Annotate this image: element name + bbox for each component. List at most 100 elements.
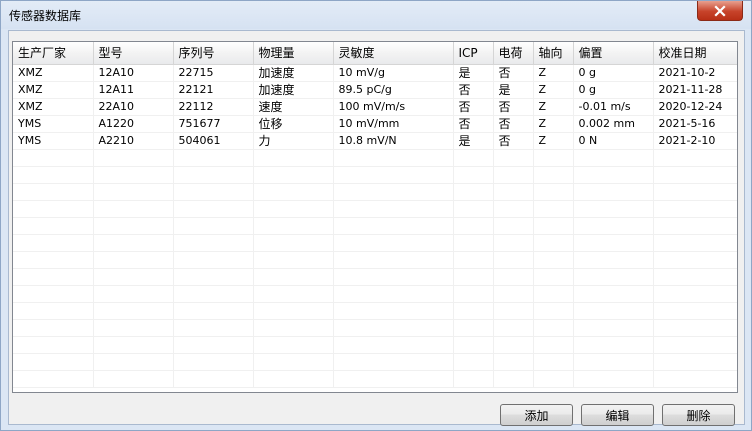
table-cell: 0 g (573, 64, 654, 82)
table-cell (453, 319, 494, 337)
table-cell (173, 166, 254, 184)
empty-table-row[interactable] (13, 285, 737, 303)
table-cell (173, 251, 254, 269)
table-cell: 加速度 (253, 81, 334, 99)
table-cell (493, 183, 534, 201)
table-cell (253, 234, 334, 252)
table-cell (253, 200, 334, 218)
sensor-table: 生产厂家 型号 序列号 物理量 灵敏度 ICP 电荷 轴向 偏置 校准日期 XM… (13, 42, 737, 388)
table-cell (493, 234, 534, 252)
table-cell (93, 336, 174, 354)
table-cell (453, 234, 494, 252)
empty-table-row[interactable] (13, 353, 737, 371)
table-cell (173, 200, 254, 218)
table-cell (533, 268, 574, 286)
table-cell: A2210 (93, 132, 174, 150)
table-row[interactable]: YMS A1220 751677 位移 10 mV/mm 否否 Z 0.002 mm 2021-… (13, 115, 737, 133)
table-cell (453, 285, 494, 303)
table-cell (13, 217, 94, 235)
sensor-table-container[interactable]: 生产厂家 型号 序列号 物理量 灵敏度 ICP 电荷 轴向 偏置 校准日期 XM… (12, 41, 738, 393)
table-cell: 504061 (173, 132, 254, 150)
table-cell (573, 200, 654, 218)
empty-table-row[interactable] (13, 319, 737, 337)
table-row[interactable]: YMS A2210 504061 力 10.8 mV/N 是否 Z 0 N 2021-2-10 (13, 132, 737, 150)
empty-table-row[interactable] (13, 370, 737, 388)
table-cell (653, 319, 737, 337)
table-cell (253, 336, 334, 354)
empty-table-row[interactable] (13, 302, 737, 320)
table-cell (573, 251, 654, 269)
table-cell (453, 336, 494, 354)
table-cell (493, 353, 534, 371)
table-cell (173, 285, 254, 303)
column-header-bias[interactable]: 偏置 (573, 42, 654, 65)
column-header-icp[interactable]: ICP (453, 42, 494, 65)
table-cell (13, 302, 94, 320)
table-cell: Z (533, 64, 574, 82)
table-cell (13, 268, 94, 286)
table-cell (573, 353, 654, 371)
table-cell (653, 336, 737, 354)
table-cell (173, 302, 254, 320)
table-cell: 10 mV/g (333, 64, 454, 82)
table-cell (93, 217, 174, 235)
table-row[interactable]: XMZ 12A10 22715 加速度 10 mV/g 是否 Z 0 g 2021-10-2 (13, 64, 737, 82)
table-cell (253, 149, 334, 167)
table-cell: 22112 (173, 98, 254, 116)
table-cell (653, 183, 737, 201)
empty-table-row[interactable] (13, 200, 737, 218)
table-cell: 否 (493, 132, 534, 150)
column-header-calibration-date[interactable]: 校准日期 (653, 42, 737, 65)
empty-table-row[interactable] (13, 268, 737, 286)
column-header-model[interactable]: 型号 (93, 42, 174, 65)
table-cell: 0 g (573, 81, 654, 99)
table-cell (653, 251, 737, 269)
table-cell: 是 (453, 132, 494, 150)
table-cell (653, 353, 737, 371)
table-cell (333, 200, 454, 218)
table-cell: 0 N (573, 132, 654, 150)
table-cell (253, 217, 334, 235)
table-cell (653, 285, 737, 303)
empty-table-row[interactable] (13, 217, 737, 235)
column-header-sensitivity[interactable]: 灵敏度 (333, 42, 454, 65)
table-cell (333, 285, 454, 303)
empty-table-row[interactable] (13, 183, 737, 201)
delete-button[interactable]: 删除 (662, 404, 735, 426)
edit-button[interactable]: 编辑 (581, 404, 654, 426)
column-header-axis[interactable]: 轴向 (533, 42, 574, 65)
title-bar[interactable]: 传感器数据库 (1, 1, 751, 29)
table-cell (653, 200, 737, 218)
empty-table-row[interactable] (13, 166, 737, 184)
empty-table-row[interactable] (13, 336, 737, 354)
table-cell (533, 149, 574, 167)
table-row[interactable]: XMZ 22A10 22112 速度 100 mV/m/s 否否 Z -0.01 m/s 202… (13, 98, 737, 116)
table-cell: A1220 (93, 115, 174, 133)
table-cell (453, 200, 494, 218)
close-button[interactable] (697, 1, 743, 21)
column-header-charge[interactable]: 电荷 (493, 42, 534, 65)
table-row[interactable]: XMZ 12A11 22121 加速度 89.5 pC/g 否是 Z 0 g 2021-11-2… (13, 81, 737, 99)
add-button[interactable]: 添加 (500, 404, 573, 426)
table-cell (573, 319, 654, 337)
empty-table-row[interactable] (13, 149, 737, 167)
table-cell (13, 234, 94, 252)
table-cell: 12A11 (93, 81, 174, 99)
table-cell: 10.8 mV/N (333, 132, 454, 150)
table-header-row: 生产厂家 型号 序列号 物理量 灵敏度 ICP 电荷 轴向 偏置 校准日期 (13, 42, 737, 65)
table-cell (533, 370, 574, 388)
empty-table-row[interactable] (13, 251, 737, 269)
table-cell: 2020-12-24 (653, 98, 737, 116)
empty-table-row[interactable] (13, 234, 737, 252)
table-cell (493, 200, 534, 218)
table-cell (573, 149, 654, 167)
column-header-manufacturer[interactable]: 生产厂家 (13, 42, 94, 65)
table-cell (453, 183, 494, 201)
table-cell (493, 251, 534, 269)
column-header-serial[interactable]: 序列号 (173, 42, 254, 65)
column-header-quantity[interactable]: 物理量 (253, 42, 334, 65)
table-cell (573, 217, 654, 235)
table-cell (173, 319, 254, 337)
table-cell (93, 302, 174, 320)
table-cell: 12A10 (93, 64, 174, 82)
